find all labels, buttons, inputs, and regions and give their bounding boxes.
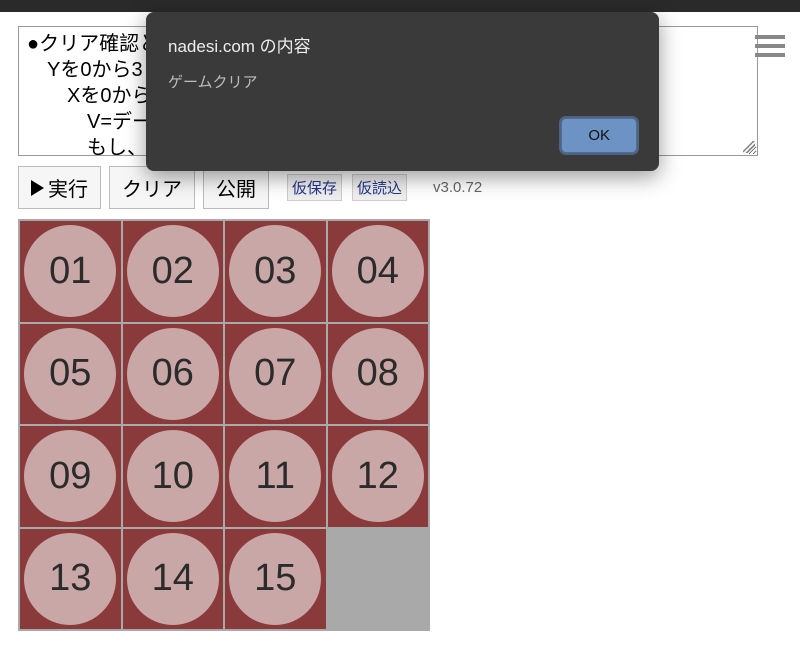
menu-icon[interactable] bbox=[755, 35, 785, 57]
puzzle-tile-13[interactable]: 13 bbox=[20, 529, 121, 630]
alert-message: ゲームクリア bbox=[168, 71, 637, 92]
puzzle-empty-slot bbox=[328, 529, 429, 630]
puzzle-board: 01020304 05060708 09101112 131415 bbox=[18, 219, 430, 631]
puzzle-tile-label: 15 bbox=[229, 533, 321, 625]
publish-button[interactable]: 公開 bbox=[203, 166, 269, 209]
puzzle-tile-label: 11 bbox=[229, 430, 321, 522]
puzzle-tile-10[interactable]: 10 bbox=[123, 426, 224, 527]
alert-title: nadesi.com の内容 bbox=[168, 32, 637, 57]
puzzle-tile-label: 01 bbox=[24, 225, 116, 317]
run-label: 実行 bbox=[48, 173, 88, 202]
puzzle-tile-label: 13 bbox=[24, 533, 116, 625]
puzzle-tile-label: 14 bbox=[127, 533, 219, 625]
puzzle-tile-label: 09 bbox=[24, 430, 116, 522]
version-label: v3.0.72 bbox=[433, 179, 482, 196]
clear-button[interactable]: クリア bbox=[109, 166, 195, 209]
browser-top-bar bbox=[0, 0, 800, 12]
tmp-load-link[interactable]: 仮読込 bbox=[352, 174, 407, 201]
puzzle-tile-12[interactable]: 12 bbox=[328, 426, 429, 527]
puzzle-tile-04[interactable]: 04 bbox=[328, 221, 429, 322]
alert-dialog: nadesi.com の内容 ゲームクリア OK bbox=[146, 12, 659, 171]
puzzle-tile-label: 06 bbox=[127, 328, 219, 420]
run-button[interactable]: 実行 bbox=[18, 166, 101, 209]
puzzle-tile-14[interactable]: 14 bbox=[123, 529, 224, 630]
puzzle-tile-03[interactable]: 03 bbox=[225, 221, 326, 322]
alert-ok-button[interactable]: OK bbox=[561, 118, 637, 153]
puzzle-tile-09[interactable]: 09 bbox=[20, 426, 121, 527]
puzzle-tile-11[interactable]: 11 bbox=[225, 426, 326, 527]
tmp-save-link[interactable]: 仮保存 bbox=[287, 174, 342, 201]
puzzle-tile-05[interactable]: 05 bbox=[20, 324, 121, 425]
puzzle-tile-label: 08 bbox=[332, 328, 424, 420]
puzzle-tile-01[interactable]: 01 bbox=[20, 221, 121, 322]
puzzle-tile-label: 03 bbox=[229, 225, 321, 317]
puzzle-tile-07[interactable]: 07 bbox=[225, 324, 326, 425]
play-icon bbox=[31, 180, 44, 196]
puzzle-tile-label: 07 bbox=[229, 328, 321, 420]
puzzle-tile-label: 10 bbox=[127, 430, 219, 522]
toolbar: 実行 クリア 公開 仮保存 仮読込 v3.0.72 bbox=[18, 166, 782, 209]
puzzle-tile-label: 12 bbox=[332, 430, 424, 522]
puzzle-tile-label: 05 bbox=[24, 328, 116, 420]
puzzle-tile-label: 04 bbox=[332, 225, 424, 317]
puzzle-tile-label: 02 bbox=[127, 225, 219, 317]
puzzle-tile-02[interactable]: 02 bbox=[123, 221, 224, 322]
puzzle-tile-15[interactable]: 15 bbox=[225, 529, 326, 630]
puzzle-tile-08[interactable]: 08 bbox=[328, 324, 429, 425]
puzzle-tile-06[interactable]: 06 bbox=[123, 324, 224, 425]
